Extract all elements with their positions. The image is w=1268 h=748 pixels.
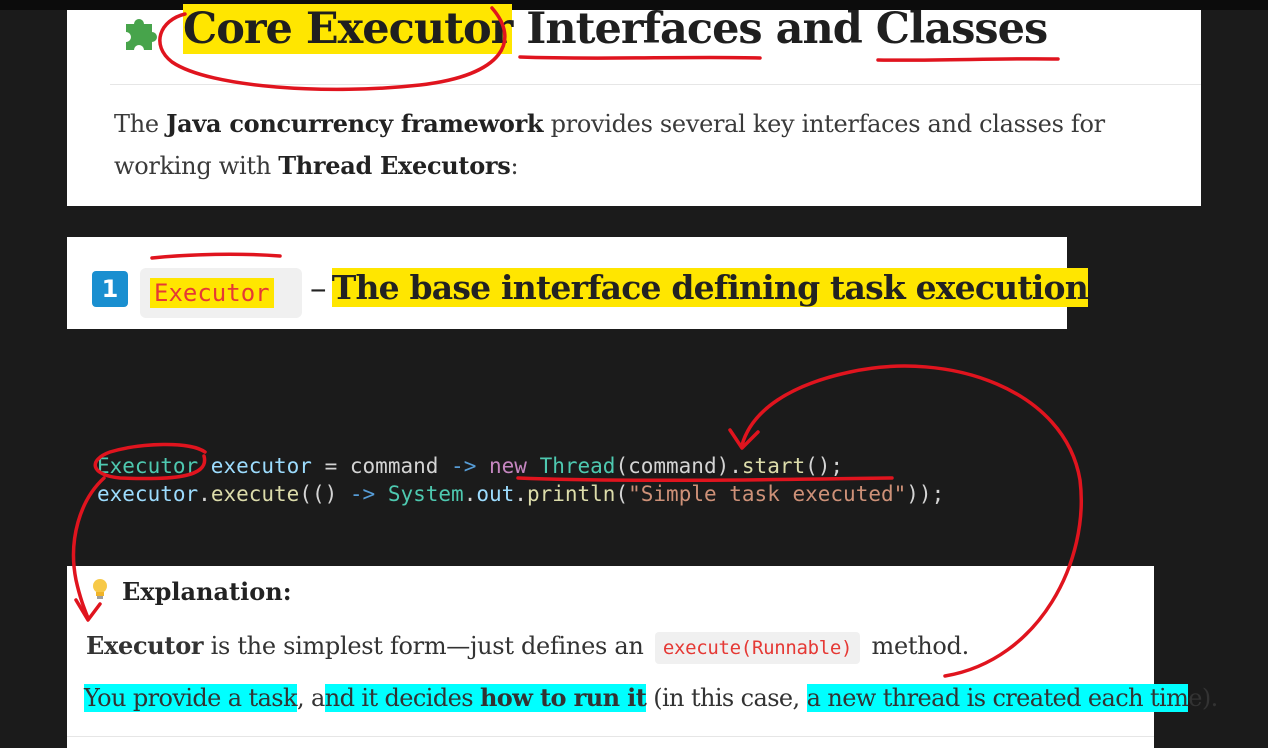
number-one-badge: 1 bbox=[92, 271, 128, 307]
code-token: out bbox=[476, 482, 515, 506]
explanation-line-2: You provide a task, and it decides how t… bbox=[84, 679, 1218, 717]
explanation-text: nd it decides bbox=[324, 684, 480, 712]
explanation-text: method. bbox=[864, 632, 970, 660]
explanation-text: is the simplest form—just defines an bbox=[203, 632, 651, 660]
code-token: . bbox=[463, 482, 477, 506]
code-token: Thread bbox=[526, 454, 616, 478]
executor-code-label: Executor bbox=[150, 278, 274, 308]
code-token: = bbox=[311, 454, 350, 478]
title-rest: Interfaces and Classes bbox=[512, 4, 1048, 54]
code-token: command bbox=[349, 454, 439, 478]
highlight-cyan: a new thread is created each tim bbox=[806, 684, 1189, 712]
explanation-line-1: Executor is the simplest form—just defin… bbox=[86, 627, 969, 665]
code-token: -> bbox=[438, 454, 489, 478]
section-title: – The base interface defining task execut… bbox=[310, 268, 1089, 307]
code-token: (() bbox=[299, 482, 338, 506]
code-token: )); bbox=[906, 482, 945, 506]
code-token: "Simple task executed" bbox=[628, 482, 907, 506]
executor-code-chip: Executor bbox=[140, 268, 302, 318]
lightbulb-icon bbox=[93, 579, 107, 599]
annotation-big-arrowhead bbox=[728, 428, 760, 450]
puzzle-icon bbox=[126, 19, 157, 50]
code-token: ( bbox=[615, 482, 629, 506]
intro-prefix: The bbox=[114, 110, 167, 138]
intro-bold-2: Thread Executors bbox=[278, 151, 511, 180]
code-token: executor bbox=[97, 482, 199, 506]
highlight-cyan: nd it decides how to run it bbox=[324, 683, 647, 712]
code-token: -> bbox=[337, 482, 388, 506]
title-highlighted: Core Executor bbox=[183, 4, 513, 54]
explanation-title: Explanation: bbox=[122, 577, 292, 606]
explanation-text: a bbox=[311, 684, 325, 712]
explanation-bold: how to run it bbox=[479, 683, 647, 712]
code-token: . bbox=[514, 482, 527, 506]
title-divider bbox=[110, 84, 1201, 85]
code-token: execute bbox=[210, 482, 300, 506]
code-token: ). bbox=[716, 454, 742, 478]
code-token: command bbox=[628, 454, 717, 478]
section-title-text: The base interface defining task executi… bbox=[331, 268, 1089, 307]
page-title: Core Executor Interfaces and Classes bbox=[183, 4, 1048, 54]
code-token: System bbox=[387, 482, 464, 506]
intro-bold-1: Java concurrency framework bbox=[166, 109, 544, 138]
code-token: Executor bbox=[97, 454, 199, 478]
bottom-divider bbox=[67, 736, 1154, 737]
code-token: new bbox=[488, 454, 527, 478]
explanation-term: Executor bbox=[86, 631, 204, 660]
code-token: . bbox=[198, 482, 211, 506]
inline-code: execute(Runnable) bbox=[654, 632, 861, 664]
code-token: println bbox=[526, 482, 616, 506]
code-token: (); bbox=[805, 454, 844, 478]
intro-paragraph: The Java concurrency framework provides … bbox=[114, 103, 1199, 187]
code-token: start bbox=[741, 454, 806, 478]
explanation-text: , bbox=[296, 684, 312, 712]
highlight-cyan: You provide a task bbox=[84, 684, 298, 712]
code-block: Executor executor = command -> new Threa… bbox=[97, 452, 944, 508]
code-token: ( bbox=[615, 454, 629, 478]
section-dash: – bbox=[310, 268, 326, 307]
intro-suffix: : bbox=[510, 152, 519, 180]
code-token: executor bbox=[198, 454, 312, 478]
explanation-text: (in this case, bbox=[646, 684, 807, 712]
explanation-text: e). bbox=[1188, 684, 1218, 712]
